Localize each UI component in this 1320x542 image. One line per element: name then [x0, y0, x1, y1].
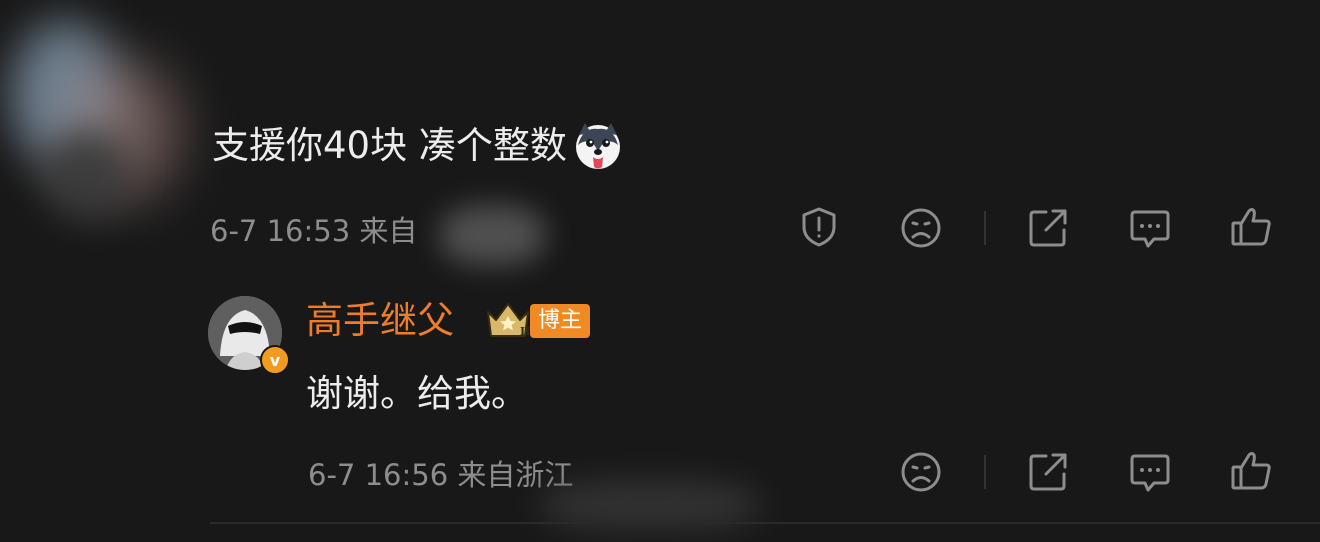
- reply-like-thumb-icon[interactable]: [1229, 449, 1273, 493]
- reply-comment-icon[interactable]: [1128, 450, 1172, 494]
- reply-author-name[interactable]: 高手继父: [306, 298, 454, 344]
- action-divider: [984, 211, 986, 245]
- bottom-divider: [210, 522, 1320, 524]
- comment-location: 来自: [359, 214, 418, 248]
- redaction-smudge: [440, 205, 545, 265]
- reply-dislike-face-icon[interactable]: [899, 450, 943, 494]
- comment-text: 支援你40块 凑个整数: [212, 124, 567, 167]
- crown-level-icon: II: [484, 298, 532, 342]
- reply-text: 谢谢。给我。: [306, 372, 528, 415]
- report-icon[interactable]: [797, 205, 841, 249]
- commenter-avatar-blurred[interactable]: [0, 0, 200, 240]
- like-thumb-icon[interactable]: [1229, 205, 1273, 249]
- reply-share-icon[interactable]: [1026, 450, 1070, 494]
- verified-badge-icon: v: [260, 345, 290, 375]
- comment-body: 支援你40块 凑个整数: [212, 120, 623, 172]
- share-icon[interactable]: [1026, 206, 1070, 250]
- husky-emoji-icon: [573, 121, 623, 171]
- reply-location: 来自浙江: [457, 458, 574, 492]
- comment-timestamp: 6-7 16:53: [210, 214, 351, 248]
- comment-icon[interactable]: [1128, 206, 1172, 250]
- reply-action-divider: [984, 455, 986, 489]
- dislike-face-icon[interactable]: [899, 206, 943, 250]
- crown-level-text: II: [520, 325, 530, 338]
- blogger-badge: 博主: [530, 304, 591, 338]
- reply-timestamp: 6-7 16:56: [308, 458, 449, 492]
- reply-meta: 6-7 16:56 来自浙江: [308, 452, 573, 494]
- comment-meta: 6-7 16:53 来自: [210, 208, 417, 250]
